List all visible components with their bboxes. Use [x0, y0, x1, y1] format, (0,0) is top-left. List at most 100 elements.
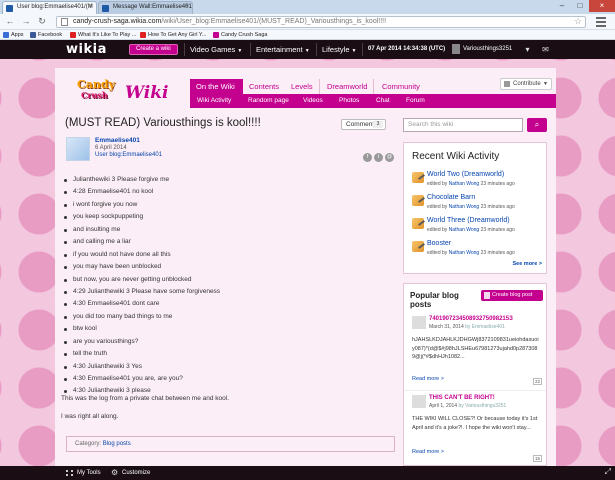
facebook-share-icon[interactable]: f	[363, 153, 372, 162]
hub-label: Entertainment	[256, 45, 303, 54]
tab-levels[interactable]: Levels	[285, 79, 320, 94]
maximize-icon[interactable]: □	[571, 0, 589, 12]
activity-meta: edited by Nathan Wong 23 minutes ago	[427, 227, 515, 233]
subnav-videos[interactable]: Videos	[303, 94, 323, 108]
tab-dreamworld[interactable]: Dreamworld	[321, 79, 375, 94]
hub-label: Lifestyle	[322, 45, 350, 54]
read-more-link[interactable]: Read more >	[412, 376, 444, 382]
category-label: Category:	[75, 441, 102, 447]
bookmark-video-2[interactable]: How To Get Any Girl Y...	[140, 31, 206, 39]
wikia-logo[interactable]: wikia	[66, 42, 107, 57]
editor-link[interactable]: Nathan Wong	[449, 250, 479, 256]
edit-icon	[412, 218, 424, 229]
category-link[interactable]: Blog posts	[103, 441, 131, 447]
subnav-forum[interactable]: Forum	[406, 94, 425, 108]
subnav-chat[interactable]: Chat	[376, 94, 390, 108]
avatar[interactable]	[412, 316, 426, 329]
page-title: (MUST READ) Variousthings is kool!!!!	[65, 117, 261, 129]
blog-post: 740190723450893275098215З March 31, 2014…	[404, 316, 546, 386]
post-author-link[interactable]: by Variousthings3251	[458, 403, 506, 409]
date-time: 07 Apr 2014 14:34:38 (UTC)	[368, 46, 446, 52]
tab-contents[interactable]: Contents	[243, 79, 287, 94]
list-item: i wont forgive you now	[63, 199, 220, 211]
read-more-link[interactable]: Read more >	[412, 449, 444, 455]
browser-toolbar: ← → ↻ candy-crush-saga.wikia.com/wiki/Us…	[0, 14, 615, 30]
tab-on-the-wiki[interactable]: On the Wiki	[190, 79, 243, 94]
edit-icon	[412, 172, 424, 183]
back-icon[interactable]: ←	[4, 16, 16, 28]
activity-item: World Two (Dreamworld) edited by Nathan …	[412, 171, 546, 191]
list-item: you keep sockpuppeting	[63, 211, 220, 223]
see-more-link[interactable]: See more >	[512, 261, 542, 267]
menu-icon[interactable]	[596, 17, 606, 27]
search-input[interactable]: Search this wiki	[403, 118, 523, 132]
bookmark-facebook[interactable]: Facebook	[30, 31, 62, 39]
activity-title[interactable]: World Three (Dreamworld)	[427, 217, 510, 224]
activity-meta: edited by Nathan Wong 23 minutes ago	[427, 181, 515, 187]
post-title[interactable]: 740190723450893275098215З	[429, 316, 513, 322]
search-button[interactable]: ⌕	[527, 118, 547, 132]
minimize-icon[interactable]: –	[553, 0, 571, 12]
twitter-share-icon[interactable]: t	[374, 153, 383, 162]
wordmark-wiki: Wiki	[125, 83, 169, 103]
close-tab-icon[interactable]: ×	[89, 3, 93, 10]
avatar[interactable]	[66, 137, 90, 161]
bookmarks-bar: Apps Facebook What It's Like To Play ...…	[0, 30, 615, 40]
bookmark-video-1[interactable]: What It's Like To Play ...	[70, 31, 136, 39]
activity-title[interactable]: Chocolate Barn	[427, 194, 475, 201]
author-blog-link[interactable]: User blog:Emmaelise401	[95, 152, 162, 158]
hub-lifestyle[interactable]: Lifestyle ▼	[322, 44, 356, 57]
editor-link[interactable]: Nathan Wong	[449, 204, 479, 210]
article-paragraph: I was right all along.	[61, 413, 119, 420]
create-wiki-button[interactable]: Create a wiki	[129, 44, 178, 55]
list-item: but now, you are never getting unblocked	[63, 274, 220, 286]
wiki-wordmark[interactable]: Candy Crush Wiki	[77, 78, 173, 108]
apps-grid-icon	[3, 32, 9, 38]
close-window-icon[interactable]: ×	[589, 0, 615, 12]
bookmark-apps[interactable]: Apps	[3, 31, 24, 39]
create-blog-post-button[interactable]: Create blog post	[481, 290, 543, 301]
contribute-button[interactable]: Contribute ▼	[500, 78, 552, 90]
categories-box: Category: Blog posts	[66, 436, 395, 452]
subnav-wiki-activity[interactable]: Wiki Activity	[197, 94, 231, 108]
activity-title[interactable]: World Two (Dreamworld)	[427, 171, 504, 178]
bookmark-candy-crush[interactable]: Candy Crush Saga	[213, 31, 267, 39]
activity-meta: edited by Nathan Wong 23 minutes ago	[427, 204, 515, 210]
module-title: Recent Wiki Activity	[412, 151, 500, 162]
browser-tab[interactable]: User blog:Emmaelise401/(M ×	[2, 1, 97, 14]
avatar[interactable]	[412, 395, 426, 408]
browser-tab[interactable]: Message Wall:Emmaelise401 ×	[98, 1, 193, 14]
chevron-down-icon: ▼	[543, 81, 548, 87]
tab-community[interactable]: Community	[376, 79, 426, 94]
editor-link[interactable]: Nathan Wong	[449, 181, 479, 187]
expand-icon[interactable]: ⤢	[605, 467, 611, 477]
notifications-icon[interactable]: ✉	[540, 44, 551, 55]
post-title[interactable]: THIS CAN'T BE RIGHT!	[429, 395, 495, 401]
post-author-link[interactable]: by Emmaelise401	[465, 324, 505, 330]
customize-button[interactable]: Customize	[122, 466, 150, 480]
subnav-photos[interactable]: Photos	[339, 94, 359, 108]
subnav-random-page[interactable]: Random page	[248, 94, 289, 108]
address-bar[interactable]: candy-crush-saga.wikia.com/wiki/User_blo…	[56, 16, 586, 28]
username: Variousthings3251	[463, 46, 513, 52]
forward-icon[interactable]: →	[20, 16, 32, 28]
list-item: if you would not have done all this	[63, 249, 220, 261]
comment-count: 15	[533, 455, 542, 462]
reload-icon[interactable]: ↻	[36, 16, 48, 28]
close-tab-icon[interactable]: ×	[185, 3, 189, 10]
comments-button[interactable]: Comments 3	[341, 119, 386, 130]
popular-blog-posts-module: Popular blog posts Create blog post 7401…	[403, 283, 547, 466]
email-share-icon[interactable]: @	[385, 153, 394, 162]
my-tools-button[interactable]: My Tools	[77, 466, 101, 480]
hub-entertainment[interactable]: Entertainment ▼	[256, 44, 310, 57]
editor-link[interactable]: Nathan Wong	[449, 227, 479, 233]
chat-log-list: Julianthewiki 3 Please forgive me 4:28 E…	[63, 174, 220, 398]
chevron-down-icon[interactable]: ▾	[522, 44, 533, 55]
list-item: Julianthewiki 3 Please forgive me	[63, 174, 220, 186]
author-date: 6 April 2014	[95, 145, 127, 151]
page-icon	[61, 18, 68, 26]
hub-video-games[interactable]: Video Games ▼	[190, 44, 242, 57]
activity-title[interactable]: Booster	[427, 240, 451, 247]
author-name[interactable]: Emmaelise401	[95, 137, 140, 144]
bookmark-star-icon[interactable]: ☆	[574, 16, 582, 27]
